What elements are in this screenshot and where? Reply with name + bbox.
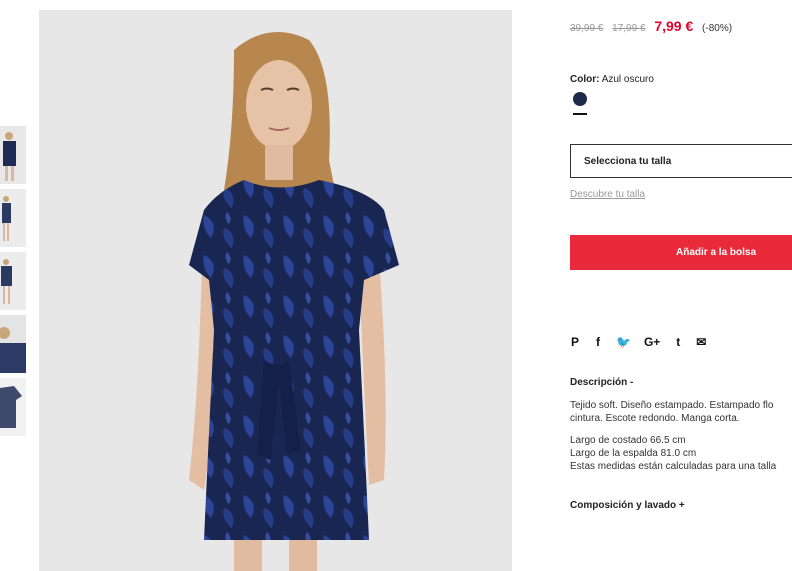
discover-size-link[interactable]: Descubre tu talla <box>570 189 645 200</box>
thumbnail-3[interactable] <box>0 252 26 310</box>
thumbnail-5[interactable] <box>0 378 26 436</box>
email-icon[interactable]: ✉ <box>696 335 706 349</box>
original-price: 39,99 € <box>570 23 604 34</box>
description-line: cintura. Escote redondo. Manga corta. <box>570 413 740 424</box>
price-row: 39,99 € 17,99 € 7,99 € (-80%) <box>570 18 732 34</box>
tumblr-icon[interactable]: t <box>673 335 683 349</box>
size-select[interactable]: Selecciona tu talla <box>570 144 792 178</box>
color-swatch-azul-oscuro[interactable] <box>573 92 587 106</box>
measure-line: Estas medidas están calculadas para una … <box>570 461 777 472</box>
thumbnail-strip <box>0 126 26 441</box>
twitter-icon[interactable]: 🐦 <box>616 335 631 349</box>
thumbnail-4[interactable] <box>0 315 26 373</box>
discount-badge: (-80%) <box>702 23 733 34</box>
composition-title[interactable]: Composición y lavado + <box>570 500 685 511</box>
current-price: 7,99 € <box>654 18 694 34</box>
description-title[interactable]: Descripción - <box>570 377 633 388</box>
description-measures: Largo de costado 66.5 cm Largo de la esp… <box>570 434 776 473</box>
color-value: Azul oscuro <box>601 74 654 85</box>
thumbnail-1[interactable] <box>0 126 26 184</box>
description-line: Tejido soft. Diseño estampado. Estampado… <box>570 400 774 411</box>
facebook-icon[interactable]: f <box>593 335 603 349</box>
measure-line: Largo de la espalda 81.0 cm <box>570 448 697 459</box>
google-plus-icon[interactable]: G+ <box>644 335 660 349</box>
previous-price: 17,99 € <box>612 23 646 34</box>
thumbnail-2[interactable] <box>0 189 26 247</box>
selected-swatch-indicator <box>573 113 587 115</box>
measure-line: Largo de costado 66.5 cm <box>570 435 686 446</box>
share-icons: P f 🐦 G+ t ✉ <box>570 335 706 349</box>
add-to-bag-button[interactable]: Añadir a la bolsa <box>570 235 792 270</box>
color-label-key: Color: <box>570 74 600 85</box>
product-main-image[interactable] <box>39 10 512 571</box>
description-text: Tejido soft. Diseño estampado. Estampado… <box>570 399 773 425</box>
color-label: Color: Azul oscuro <box>570 74 654 85</box>
pinterest-icon[interactable]: P <box>570 335 580 349</box>
